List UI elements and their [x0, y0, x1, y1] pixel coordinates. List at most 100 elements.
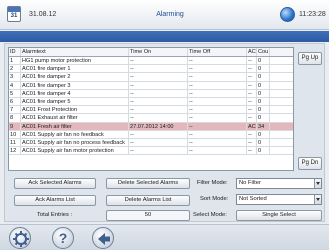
table-row[interactable]: 5 AC01 fire damper 4 -- -- -- 0	[9, 89, 293, 98]
cell-alarmtext: AC01 fire damper 2	[21, 73, 129, 81]
ack-selected-alarms-button[interactable]: Ack Selected Alarms	[14, 178, 96, 189]
sort-mode-select[interactable]: Not Sorted	[236, 194, 322, 205]
table-row[interactable]: 2 AC01 fire damper 1 -- -- -- 0	[9, 65, 293, 74]
table-row[interactable]: 6 AC01 fire damper 5 -- -- -- 0	[9, 97, 293, 107]
cell-time-off: --	[188, 73, 247, 81]
cell-id: 6	[9, 97, 21, 106]
cell-time-on: --	[129, 130, 188, 138]
filter-mode-select[interactable]: No Filter	[236, 178, 322, 189]
cell-alarmtext: AC01 Supply air fan no process feedback	[21, 138, 129, 147]
column-header-id[interactable]: ID	[9, 48, 21, 56]
column-header-alarmtext[interactable]: Alarmtext	[21, 48, 129, 56]
cell-alarmtext: AC01 Frost Protection	[21, 106, 129, 114]
header-time: 11:23:28	[299, 11, 326, 18]
cell-time-off: --	[188, 138, 247, 147]
cell-time-on: --	[129, 147, 188, 155]
alarm-table: ID Alarmtext Time On Time Off ACK Cou 1H…	[8, 47, 294, 171]
page-title: Alarming	[156, 11, 184, 18]
cell-count: 0	[257, 114, 270, 122]
cell-alarmtext: AC01 fire damper 1	[21, 65, 129, 73]
header-date: 31.08.12	[29, 11, 57, 18]
cell-count: 0	[257, 73, 270, 81]
cell-alarmtext: AC01 Exhaust air filter	[21, 114, 129, 122]
cell-time-off: --	[188, 122, 247, 130]
table-row[interactable]: 12 AC01 Supply air fan motor protection --…	[9, 147, 293, 156]
header-bar: 31 31.08.12 Alarming 11:23:28	[0, 0, 329, 30]
table-row[interactable]: 4 AC01 fire damper 3 -- -- -- 0	[9, 81, 293, 90]
cell-ack: --	[247, 130, 257, 138]
cell-ack: --	[247, 114, 257, 122]
calendar-icon: 31	[7, 6, 21, 22]
chevron-down-icon[interactable]	[314, 195, 321, 204]
cell-time-off: --	[188, 147, 247, 155]
cell-count: 0	[257, 130, 270, 138]
cell-time-off: --	[188, 130, 247, 138]
cell-ack: --	[247, 97, 257, 106]
cell-ack: ACK	[248, 122, 257, 130]
cell-id: 12	[9, 147, 21, 155]
cell-alarmtext: AC01 Fresh air filter	[21, 122, 129, 130]
help-icon[interactable]: ?	[52, 227, 74, 249]
table-row[interactable]: 9 AC01 Fresh air filter 27.07.2012 14:00 --…	[9, 122, 293, 131]
cell-id: 3	[9, 73, 21, 81]
cell-ack: --	[247, 89, 257, 97]
cell-alarmtext: AC01 Supply air fan no feedback	[21, 130, 129, 138]
cell-count: 0	[257, 81, 270, 89]
cell-time-off: --	[188, 81, 247, 89]
cell-alarmtext: AC01 fire damper 4	[21, 89, 129, 97]
cell-time-on: --	[129, 65, 188, 73]
select-mode-button[interactable]: Single Select	[236, 210, 322, 221]
table-row[interactable]: 8 AC01 Exhaust air filter -- -- -- 0	[9, 114, 293, 123]
table-row[interactable]: 7 AC01 Frost Protection -- -- -- 0	[9, 106, 293, 115]
cell-alarmtext: AC01 fire damper 5	[21, 97, 129, 106]
cell-time-off: --	[188, 97, 247, 106]
table-row[interactable]: 3 AC01 fire damper 2 -- -- -- 0	[9, 73, 293, 82]
column-header-time-on[interactable]: Time On	[129, 48, 188, 56]
cell-id: 9	[9, 122, 21, 130]
cell-id: 2	[9, 65, 21, 73]
cell-ack: --	[247, 73, 257, 81]
settings-gear-icon[interactable]	[9, 227, 31, 249]
cell-time-on: --	[129, 138, 188, 147]
table-row[interactable]: 11 AC01 Supply air fan no process feedbac…	[9, 138, 293, 148]
delete-selected-alarms-button[interactable]: Delete Selected Alarms	[106, 178, 190, 189]
delete-alarms-list-button[interactable]: Delete Alarms List	[106, 195, 190, 206]
column-header-count[interactable]: Cou	[257, 48, 270, 56]
cell-alarmtext: HG1 pump motor protection	[21, 57, 129, 65]
table-body: 1 HG1 pump motor protection -- -- -- 0 2 AC01 f…	[9, 57, 293, 156]
cell-ack: --	[247, 81, 257, 89]
alarm-panel: ID Alarmtext Time On Time Off ACK Cou 1H…	[4, 43, 325, 222]
column-header-ack[interactable]: ACK	[247, 48, 257, 56]
select-mode-label: Select Mode:	[193, 212, 227, 218]
cell-count: 0	[257, 138, 270, 147]
cell-alarmtext: AC01 Supply air fan motor protection	[21, 147, 129, 155]
title-strip	[0, 31, 329, 42]
sort-mode-value: Not Sorted	[239, 196, 267, 202]
table-row[interactable]: 10 AC01 Supply air fan no feedback -- -- -- 0	[9, 130, 293, 139]
cell-id: 1	[9, 57, 21, 65]
cell-ack: --	[247, 138, 257, 147]
filter-mode-label: Filter Mode:	[197, 180, 228, 186]
page-down-button[interactable]: Pg Dn	[298, 157, 322, 170]
cell-time-on: --	[129, 114, 188, 122]
cell-id: 11	[9, 138, 21, 147]
page-up-button[interactable]: Pg Up	[298, 52, 322, 65]
total-entries-label: Total Entries :	[37, 212, 73, 218]
cell-time-on: --	[129, 57, 188, 65]
back-arrow-icon[interactable]	[92, 227, 114, 249]
cell-ack: --	[247, 65, 257, 73]
cell-time-on: --	[129, 89, 188, 97]
ack-alarms-list-button[interactable]: Ack Alarms List	[14, 195, 96, 206]
cell-time-on: --	[129, 106, 188, 114]
cell-time-on: --	[129, 81, 188, 89]
help-glyph: ?	[58, 230, 68, 246]
chevron-down-icon[interactable]	[314, 179, 321, 188]
cell-id: 5	[9, 89, 21, 97]
column-header-time-off[interactable]: Time Off	[188, 48, 247, 56]
sort-mode-label: Sort Mode:	[200, 196, 229, 202]
cell-time-on: 27.07.2012 14:00	[129, 122, 188, 130]
table-row[interactable]: 1 HG1 pump motor protection -- -- -- 0	[9, 57, 293, 66]
cell-count: 0	[257, 147, 270, 155]
footer-bar: ?	[0, 224, 329, 250]
globe-icon[interactable]	[280, 7, 295, 22]
